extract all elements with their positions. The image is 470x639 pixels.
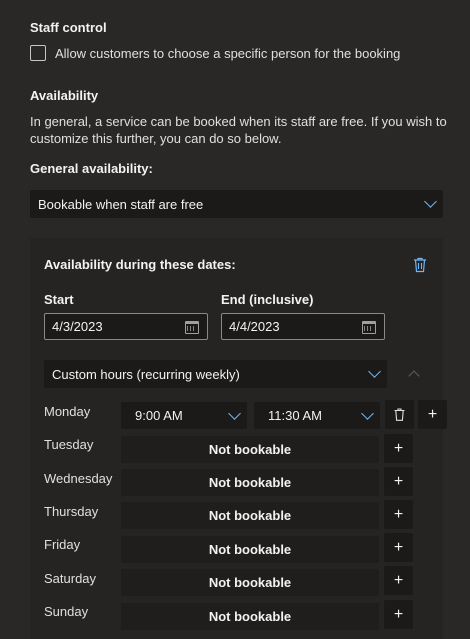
chevron-down-icon [368,365,381,378]
chevron-down-icon [424,195,437,208]
plus-icon: + [393,538,404,556]
saturday-status: Not bookable [121,569,379,596]
friday-add-button[interactable]: + [384,533,413,562]
start-date-input[interactable]: 4/3/2023 [44,313,208,340]
tuesday-status: Not bookable [121,436,379,463]
hours-mode-dropdown[interactable]: Custom hours (recurring weekly) [44,360,387,388]
start-date-value: 4/3/2023 [52,319,103,334]
plus-icon: + [393,439,404,457]
calendar-icon[interactable] [362,321,376,334]
choose-staff-label: Allow customers to choose a specific per… [55,46,401,61]
end-date-value: 4/4/2023 [229,319,280,334]
day-label-thursday: Thursday [44,504,99,519]
wednesday-add-button[interactable]: + [384,467,413,496]
plus-icon: + [393,472,404,490]
thursday-status: Not bookable [121,502,379,529]
saturday-add-button[interactable]: + [384,566,413,595]
end-label: End (inclusive) [221,292,314,307]
dates-panel-heading: Availability during these dates: [44,257,236,272]
general-availability-label: General availability: [30,161,153,176]
end-date-input[interactable]: 4/4/2023 [221,313,385,340]
plus-icon: + [393,505,404,523]
day-label-saturday: Saturday [44,571,97,586]
general-availability-dropdown[interactable]: Bookable when staff are free [30,190,443,218]
plus-icon: + [393,605,404,623]
collapse-chevron-up-icon[interactable] [408,370,420,382]
delete-icon[interactable] [413,257,427,273]
staff-control-heading: Staff control [30,20,107,35]
plus-icon: + [393,571,404,589]
monday-start-time-dropdown[interactable]: 9:00 AM [121,402,247,429]
sunday-status: Not bookable [121,603,379,630]
friday-status: Not bookable [121,536,379,563]
monday-end-time: 11:30 AM [268,408,322,423]
plus-icon: + [427,405,438,423]
day-label-tuesday: Tuesday [44,437,94,452]
thursday-add-button[interactable]: + [384,500,413,529]
monday-delete-button[interactable] [385,400,414,429]
availability-description-1: In general, a service can be booked when… [30,114,447,129]
tuesday-add-button[interactable]: + [384,434,413,463]
general-availability-value: Bookable when staff are free [38,196,204,212]
sunday-add-button[interactable]: + [384,600,413,629]
chevron-down-icon [361,406,374,420]
monday-add-button[interactable]: + [418,400,447,429]
day-label-sunday: Sunday [44,604,89,619]
monday-end-time-dropdown[interactable]: 11:30 AM [254,402,380,429]
chevron-down-icon [228,406,241,420]
trash-icon [394,408,405,421]
availability-description-2: customize this further, you can do so be… [30,131,282,146]
day-label-friday: Friday [44,537,81,552]
monday-start-time: 9:00 AM [135,408,183,423]
day-label-monday: Monday [44,404,91,419]
hours-mode-value: Custom hours (recurring weekly) [52,366,240,382]
availability-heading: Availability [30,88,99,103]
choose-staff-checkbox[interactable] [30,45,46,61]
day-label-wednesday: Wednesday [44,471,113,486]
start-label: Start [44,292,74,307]
wednesday-status: Not bookable [121,469,379,496]
calendar-icon[interactable] [185,321,199,334]
